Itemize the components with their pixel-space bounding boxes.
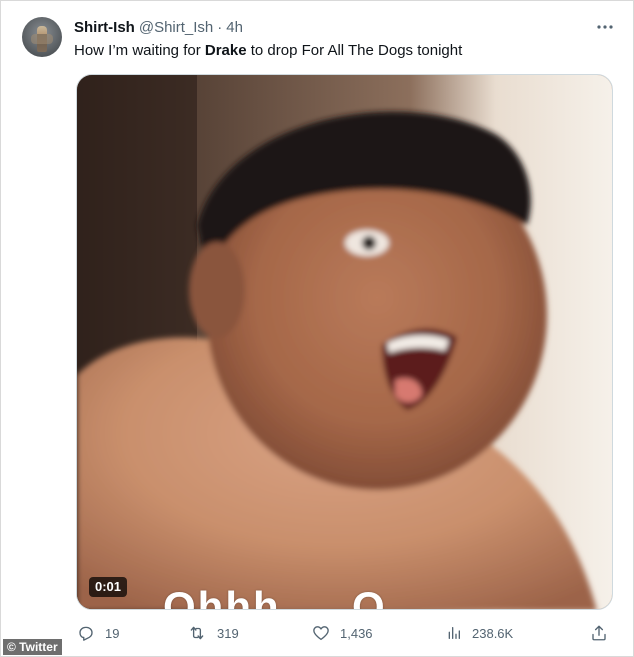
views-icon (446, 625, 462, 641)
like-count: 1,436 (340, 625, 373, 641)
display-name[interactable]: Shirt-Ish (74, 19, 135, 36)
retweet-count: 319 (217, 625, 239, 641)
video-frame-illustration (77, 75, 612, 609)
share-button[interactable] (590, 622, 608, 644)
reply-button[interactable]: 19 (77, 622, 119, 644)
like-icon (312, 624, 330, 642)
video-player[interactable]: 0:01 Ohhh … O (76, 74, 613, 610)
avatar[interactable] (22, 17, 62, 57)
views-button[interactable]: 238.6K (446, 622, 513, 644)
tweet-text: How I’m waiting for Drake to drop For Al… (74, 41, 462, 61)
more-horizontal-icon[interactable] (595, 18, 615, 36)
tweet-header: Shirt-Ish @Shirt_Ish · 4h (74, 17, 243, 37)
video-caption-overlay: Ohhh … O (163, 583, 387, 610)
views-count: 238.6K (472, 625, 514, 641)
tweet-time[interactable]: 4h (226, 19, 243, 36)
tweet-actions: 19 319 1,436 238.6K (74, 622, 614, 644)
avatar-figure (31, 26, 53, 52)
video-timestamp: 0:01 (89, 577, 128, 597)
retweet-button[interactable]: 319 (187, 622, 239, 644)
reply-count: 19 (105, 625, 120, 641)
like-button[interactable]: 1,436 (312, 622, 373, 644)
reply-icon (77, 624, 95, 642)
separator-dot: · (217, 18, 223, 36)
retweet-icon (187, 624, 207, 642)
tweet-text-after: to drop For All The Dogs tonight (246, 42, 463, 59)
source-watermark: © Twitter (3, 639, 62, 655)
user-handle[interactable]: @Shirt_Ish (139, 19, 213, 36)
share-icon (590, 624, 608, 642)
tweet-text-before: How I’m waiting for (74, 42, 205, 59)
tweet-card: Shirt-Ish @Shirt_Ish · 4h How I’m waitin… (0, 0, 634, 657)
tweet-text-mention: Drake (204, 42, 247, 59)
